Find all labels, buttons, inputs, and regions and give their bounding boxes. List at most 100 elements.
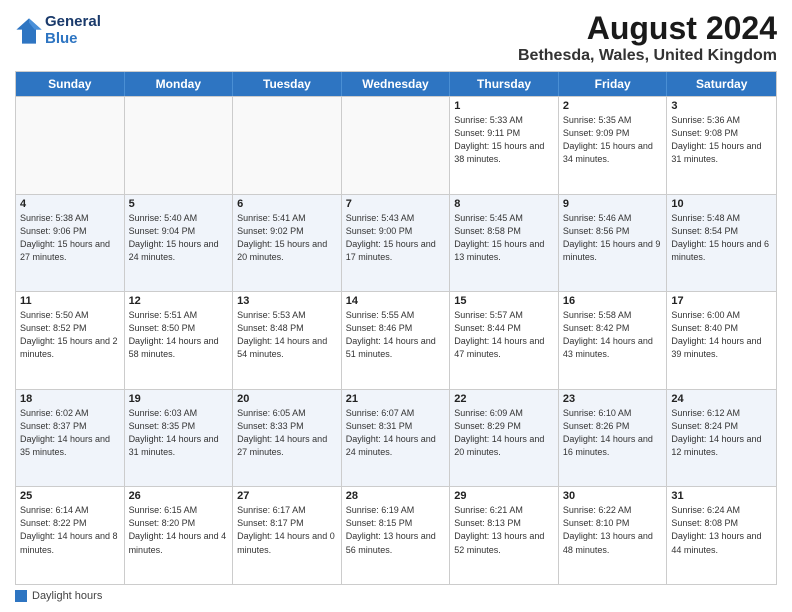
cal-cell: 26 Sunrise: 6:15 AM Sunset: 8:20 PM Dayli… (125, 487, 234, 584)
day-number: 24 (671, 393, 772, 405)
day-info: Sunrise: 5:41 AM Sunset: 9:02 PM Dayligh… (237, 212, 337, 264)
cal-cell: 11Sunrise: 5:50 AM Sunset: 8:52 PM Dayli… (16, 292, 125, 389)
cal-cell: 12 Sunrise: 5:51 AM Sunset: 8:50 PM Dayli… (125, 292, 234, 389)
cal-cell: 23 Sunrise: 6:10 AM Sunset: 8:26 PM Dayli… (559, 390, 668, 487)
cal-cell: 7Sunrise: 5:43 AM Sunset: 9:00 PM Daylig… (342, 195, 451, 292)
cal-cell: 21Sunrise: 6:07 AM Sunset: 8:31 PM Dayli… (342, 390, 451, 487)
page: General Blue August 2024 Bethesda, Wales… (0, 0, 792, 612)
cal-header-cell: Thursday (450, 72, 559, 96)
cal-row: 18 Sunrise: 6:02 AM Sunset: 8:37 PM Dayli… (16, 389, 776, 487)
day-info: Sunrise: 5:50 AM Sunset: 8:52 PM Dayligh… (20, 309, 120, 361)
day-number: 23 (563, 393, 663, 405)
day-info: Sunrise: 5:33 AM Sunset: 9:11 PM Dayligh… (454, 114, 554, 166)
cal-header-cell: Monday (125, 72, 234, 96)
day-number: 2 (563, 100, 663, 112)
cal-cell: 28Sunrise: 6:19 AM Sunset: 8:15 PM Dayli… (342, 487, 451, 584)
day-number: 19 (129, 393, 229, 405)
day-info: Sunrise: 6:02 AM Sunset: 8:37 PM Dayligh… (20, 407, 120, 459)
cal-cell (342, 97, 451, 194)
cal-row: 4Sunrise: 5:38 AM Sunset: 9:06 PM Daylig… (16, 194, 776, 292)
cal-header-cell: Wednesday (342, 72, 451, 96)
day-info: Sunrise: 5:57 AM Sunset: 8:44 PM Dayligh… (454, 309, 554, 361)
cal-cell: 5 Sunrise: 5:40 AM Sunset: 9:04 PM Daylig… (125, 195, 234, 292)
cal-cell (233, 97, 342, 194)
cal-header-cell: Friday (559, 72, 668, 96)
cal-cell: 10 Sunrise: 5:48 AM Sunset: 8:54 PM Dayli… (667, 195, 776, 292)
day-info: Sunrise: 5:45 AM Sunset: 8:58 PM Dayligh… (454, 212, 554, 264)
cal-cell: 31 Sunrise: 6:24 AM Sunset: 8:08 PM Dayli… (667, 487, 776, 584)
day-number: 14 (346, 295, 446, 307)
day-info: Sunrise: 6:09 AM Sunset: 8:29 PM Dayligh… (454, 407, 554, 459)
day-info: Sunrise: 5:53 AM Sunset: 8:48 PM Dayligh… (237, 309, 337, 361)
cal-cell: 25Sunrise: 6:14 AM Sunset: 8:22 PM Dayli… (16, 487, 125, 584)
day-number: 22 (454, 393, 554, 405)
day-number: 28 (346, 490, 446, 502)
calendar: SundayMondayTuesdayWednesdayThursdayFrid… (15, 71, 777, 585)
day-number: 29 (454, 490, 554, 502)
cal-cell (125, 97, 234, 194)
day-info: Sunrise: 5:46 AM Sunset: 8:56 PM Dayligh… (563, 212, 663, 264)
day-number: 6 (237, 198, 337, 210)
cal-cell: 3 Sunrise: 5:36 AM Sunset: 9:08 PM Daylig… (667, 97, 776, 194)
day-info: Sunrise: 5:55 AM Sunset: 8:46 PM Dayligh… (346, 309, 446, 361)
cal-cell: 9 Sunrise: 5:46 AM Sunset: 8:56 PM Daylig… (559, 195, 668, 292)
title-section: August 2024 Bethesda, Wales, United King… (518, 10, 777, 65)
day-number: 18 (20, 393, 120, 405)
calendar-body: 1Sunrise: 5:33 AM Sunset: 9:11 PM Daylig… (16, 96, 776, 584)
cal-cell: 22 Sunrise: 6:09 AM Sunset: 8:29 PM Dayli… (450, 390, 559, 487)
day-number: 3 (671, 100, 772, 112)
day-info: Sunrise: 6:15 AM Sunset: 8:20 PM Dayligh… (129, 504, 229, 556)
day-number: 17 (671, 295, 772, 307)
cal-cell: 1Sunrise: 5:33 AM Sunset: 9:11 PM Daylig… (450, 97, 559, 194)
day-number: 30 (563, 490, 663, 502)
day-number: 15 (454, 295, 554, 307)
cal-cell: 20 Sunrise: 6:05 AM Sunset: 8:33 PM Dayli… (233, 390, 342, 487)
day-number: 25 (20, 490, 120, 502)
day-info: Sunrise: 6:17 AM Sunset: 8:17 PM Dayligh… (237, 504, 337, 556)
day-number: 10 (671, 198, 772, 210)
subtitle: Bethesda, Wales, United Kingdom (518, 47, 777, 65)
day-info: Sunrise: 5:58 AM Sunset: 8:42 PM Dayligh… (563, 309, 663, 361)
logo: General Blue (15, 14, 101, 47)
cal-row: 1Sunrise: 5:33 AM Sunset: 9:11 PM Daylig… (16, 96, 776, 194)
day-info: Sunrise: 5:51 AM Sunset: 8:50 PM Dayligh… (129, 309, 229, 361)
day-info: Sunrise: 6:24 AM Sunset: 8:08 PM Dayligh… (671, 504, 772, 556)
day-number: 26 (129, 490, 229, 502)
logo-line2: Blue (45, 31, 101, 48)
cal-cell: 30Sunrise: 6:22 AM Sunset: 8:10 PM Dayli… (559, 487, 668, 584)
day-number: 9 (563, 198, 663, 210)
cal-cell: 24Sunrise: 6:12 AM Sunset: 8:24 PM Dayli… (667, 390, 776, 487)
day-number: 16 (563, 295, 663, 307)
day-info: Sunrise: 5:35 AM Sunset: 9:09 PM Dayligh… (563, 114, 663, 166)
day-info: Sunrise: 6:00 AM Sunset: 8:40 PM Dayligh… (671, 309, 772, 361)
cal-cell: 4Sunrise: 5:38 AM Sunset: 9:06 PM Daylig… (16, 195, 125, 292)
day-number: 8 (454, 198, 554, 210)
day-info: Sunrise: 6:07 AM Sunset: 8:31 PM Dayligh… (346, 407, 446, 459)
day-info: Sunrise: 5:40 AM Sunset: 9:04 PM Dayligh… (129, 212, 229, 264)
day-info: Sunrise: 5:36 AM Sunset: 9:08 PM Dayligh… (671, 114, 772, 166)
cal-cell: 18 Sunrise: 6:02 AM Sunset: 8:37 PM Dayli… (16, 390, 125, 487)
day-info: Sunrise: 6:05 AM Sunset: 8:33 PM Dayligh… (237, 407, 337, 459)
main-title: August 2024 (518, 10, 777, 47)
day-info: Sunrise: 5:48 AM Sunset: 8:54 PM Dayligh… (671, 212, 772, 264)
cal-cell: 16 Sunrise: 5:58 AM Sunset: 8:42 PM Dayli… (559, 292, 668, 389)
cal-cell: 14 Sunrise: 5:55 AM Sunset: 8:46 PM Dayli… (342, 292, 451, 389)
cal-cell: 19Sunrise: 6:03 AM Sunset: 8:35 PM Dayli… (125, 390, 234, 487)
cal-cell: 15 Sunrise: 5:57 AM Sunset: 8:44 PM Dayli… (450, 292, 559, 389)
day-number: 20 (237, 393, 337, 405)
day-info: Sunrise: 6:10 AM Sunset: 8:26 PM Dayligh… (563, 407, 663, 459)
day-number: 31 (671, 490, 772, 502)
header: General Blue August 2024 Bethesda, Wales… (15, 10, 777, 65)
cal-cell: 13Sunrise: 5:53 AM Sunset: 8:48 PM Dayli… (233, 292, 342, 389)
footer: Daylight hours (15, 590, 777, 602)
day-number: 27 (237, 490, 337, 502)
calendar-header: SundayMondayTuesdayWednesdayThursdayFrid… (16, 72, 776, 96)
cal-header-cell: Sunday (16, 72, 125, 96)
cal-cell: 17 Sunrise: 6:00 AM Sunset: 8:40 PM Dayli… (667, 292, 776, 389)
cal-cell: 27 Sunrise: 6:17 AM Sunset: 8:17 PM Dayli… (233, 487, 342, 584)
day-number: 12 (129, 295, 229, 307)
day-number: 5 (129, 198, 229, 210)
cal-cell: 2 Sunrise: 5:35 AM Sunset: 9:09 PM Daylig… (559, 97, 668, 194)
cal-cell: 8 Sunrise: 5:45 AM Sunset: 8:58 PM Daylig… (450, 195, 559, 292)
day-info: Sunrise: 5:43 AM Sunset: 9:00 PM Dayligh… (346, 212, 446, 264)
